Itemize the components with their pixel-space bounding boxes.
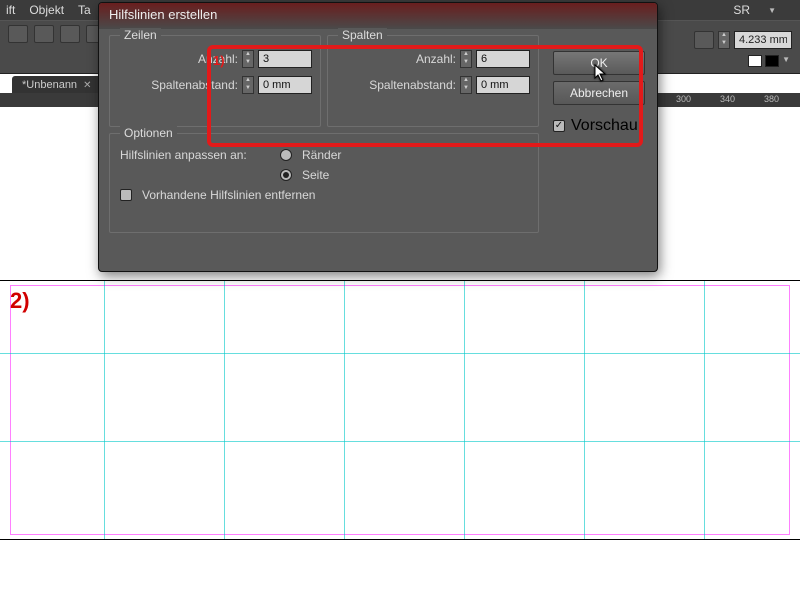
dialog-title: Hilfslinien erstellen [99,3,657,29]
swatch[interactable] [748,55,762,67]
close-icon[interactable]: ✕ [83,80,91,91]
tool-icon[interactable] [60,25,80,43]
legend: Spalten [338,28,387,42]
radio-page-label: Seite [302,168,329,182]
stepper[interactable]: ▲▼ [718,31,730,49]
document-canvas[interactable] [0,280,800,540]
remove-existing-label: Vorhandene Hilfslinien entfernen [142,188,315,202]
column-guide [584,281,585,539]
preview-checkbox[interactable] [553,120,565,132]
crop-icon[interactable] [694,31,714,49]
legend: Zeilen [120,28,161,42]
annotation-step-1: 1) [213,53,225,68]
rows-gutter-label: Spaltenabstand: [151,78,238,92]
column-guide [224,281,225,539]
column-guide [464,281,465,539]
legend: Optionen [120,126,177,140]
margin-guide [10,285,790,535]
column-guide [704,281,705,539]
stepper[interactable]: ▲▼ [242,50,254,68]
tool-icon[interactable] [8,25,28,43]
radio-margins-label: Ränder [302,148,341,162]
columns-fieldset: Spalten Anzahl: ▲▼ Spaltenabstand: ▲▼ [327,35,539,127]
radio-margins[interactable] [280,149,292,161]
stepper[interactable]: ▲▼ [460,50,472,68]
ok-button[interactable]: OK [553,51,645,75]
cols-count-label: Anzahl: [416,52,456,66]
cols-gutter-input[interactable] [476,76,530,94]
stepper[interactable]: ▲▼ [242,76,254,94]
swatch[interactable] [765,55,779,67]
rows-fieldset: Zeilen Anzahl: ▲▼ Spaltenabstand: ▲▼ [109,35,321,127]
tool-icon[interactable] [34,25,54,43]
rows-count-input[interactable] [258,50,312,68]
chevron-down-icon: ▼ [768,6,776,15]
menu-item[interactable]: Objekt [29,3,64,17]
cancel-button[interactable]: Abbrechen [553,81,645,105]
row-guide [0,353,800,354]
chevron-down-icon[interactable]: ▼ [782,55,790,67]
create-guides-dialog: Hilfslinien erstellen Zeilen Anzahl: ▲▼ … [98,2,658,272]
stepper[interactable]: ▲▼ [460,76,472,94]
radio-page[interactable] [280,169,292,181]
options-fieldset: Optionen Hilfslinien anpassen an: Ränder… [109,133,539,233]
column-guide [344,281,345,539]
menu-item[interactable]: Ta [78,3,91,17]
preview-label: Vorschau [571,117,638,135]
menu-item[interactable]: ift [6,3,15,17]
annotation-step-2: 2) [10,288,30,314]
stroke-width-input[interactable] [734,31,792,49]
remove-existing-checkbox[interactable] [120,189,132,201]
cols-count-input[interactable] [476,50,530,68]
rows-gutter-input[interactable] [258,76,312,94]
cols-gutter-label: Spaltenabstand: [369,78,456,92]
workspace-dropdown[interactable]: SR▼ [733,3,790,17]
fit-guides-label: Hilfslinien anpassen an: [120,148,270,162]
row-guide [0,441,800,442]
column-guide [104,281,105,539]
